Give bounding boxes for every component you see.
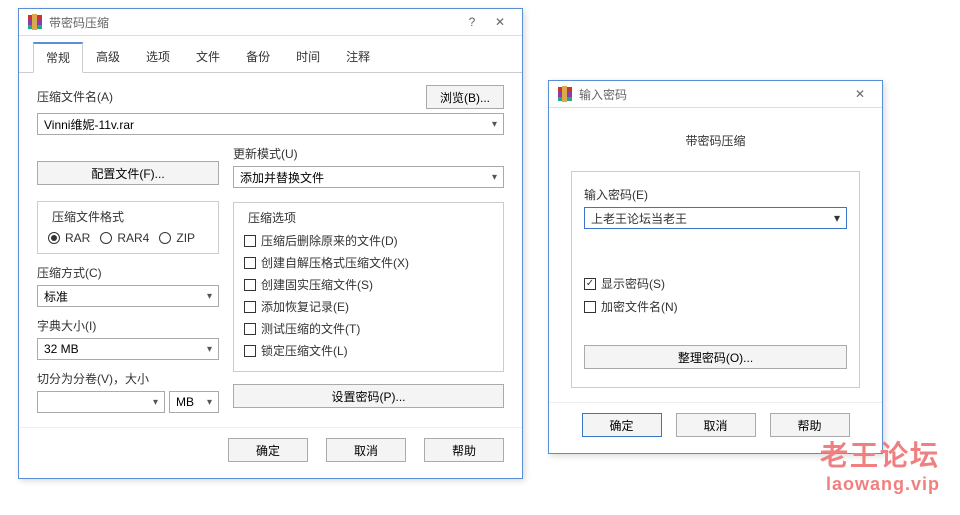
ok-button[interactable]: 确定 [228, 438, 308, 462]
opt-sfx[interactable]: 创建自解压格式压缩文件(X) [244, 254, 493, 271]
archive-dialog: 带密码压缩 ? ✕ 常规 高级 选项 文件 备份 时间 注释 压缩文件名(A) … [18, 8, 523, 479]
winrar-icon [557, 86, 573, 102]
password-dialog: 输入密码 ✕ 带密码压缩 输入密码(E) 上老王论坛当老王 ▾ ✓显示密码(S)… [548, 80, 883, 454]
close-button[interactable]: ✕ [846, 85, 874, 103]
chevron-down-icon: ▾ [492, 119, 497, 130]
profiles-button[interactable]: 配置文件(F)... [37, 161, 219, 185]
tab-backup[interactable]: 备份 [233, 42, 283, 72]
archive-name-input[interactable]: Vinni维妮-11v.rar ▾ [37, 113, 504, 135]
cancel-button[interactable]: 取消 [676, 413, 756, 437]
split-label: 切分为分卷(V)，大小 [37, 370, 219, 387]
encrypt-names-check[interactable]: 加密文件名(N) [584, 298, 847, 315]
enter-password-label: 输入密码(E) [584, 186, 847, 203]
tabs: 常规 高级 选项 文件 备份 时间 注释 [19, 36, 522, 73]
opt-lock[interactable]: 锁定压缩文件(L) [244, 342, 493, 359]
dict-label: 字典大小(I) [37, 317, 219, 334]
format-label: 压缩文件格式 [48, 208, 128, 225]
tab-options[interactable]: 选项 [133, 42, 183, 72]
archive-name-label: 压缩文件名(A) [37, 88, 416, 105]
dialog-heading: 带密码压缩 [571, 132, 860, 149]
opt-test[interactable]: 测试压缩的文件(T) [244, 320, 493, 337]
format-rar4[interactable]: RAR4 [100, 231, 149, 245]
opt-solid[interactable]: 创建固实压缩文件(S) [244, 276, 493, 293]
tab-files[interactable]: 文件 [183, 42, 233, 72]
help-button[interactable]: ? [458, 13, 486, 31]
split-unit-select[interactable]: MB▾ [169, 391, 219, 413]
opt-recovery[interactable]: 添加恢复记录(E) [244, 298, 493, 315]
show-password-check[interactable]: ✓显示密码(S) [584, 275, 847, 292]
method-label: 压缩方式(C) [37, 264, 219, 281]
tab-general[interactable]: 常规 [33, 42, 83, 73]
window-title: 带密码压缩 [49, 14, 458, 31]
cancel-button[interactable]: 取消 [326, 438, 406, 462]
password-input[interactable]: 上老王论坛当老王 ▾ [584, 207, 847, 229]
update-mode-label: 更新模式(U) [233, 145, 504, 162]
dict-select[interactable]: 32 MB▾ [37, 338, 219, 360]
chevron-down-icon: ▾ [492, 172, 497, 183]
tab-advanced[interactable]: 高级 [83, 42, 133, 72]
titlebar: 输入密码 ✕ [549, 81, 882, 108]
browse-button[interactable]: 浏览(B)... [426, 85, 504, 109]
tab-comment[interactable]: 注释 [333, 42, 383, 72]
tab-body: 压缩文件名(A) 浏览(B)... Vinni维妮-11v.rar ▾ 配置文件… [19, 73, 522, 427]
chevron-down-icon: ▾ [834, 211, 840, 225]
winrar-icon [27, 14, 43, 30]
window-title: 输入密码 [579, 86, 846, 103]
ok-button[interactable]: 确定 [582, 413, 662, 437]
options-label: 压缩选项 [244, 209, 300, 226]
chevron-down-icon: ▾ [207, 291, 212, 302]
help-button[interactable]: 帮助 [424, 438, 504, 462]
organize-passwords-button[interactable]: 整理密码(O)... [584, 345, 847, 369]
set-password-button[interactable]: 设置密码(P)... [233, 384, 504, 408]
method-select[interactable]: 标准▾ [37, 285, 219, 307]
format-zip[interactable]: ZIP [159, 231, 195, 245]
close-button[interactable]: ✕ [486, 13, 514, 31]
tab-time[interactable]: 时间 [283, 42, 333, 72]
chevron-down-icon: ▾ [153, 397, 158, 408]
opt-delete-after[interactable]: 压缩后删除原来的文件(D) [244, 232, 493, 249]
update-mode-select[interactable]: 添加并替换文件▾ [233, 166, 504, 188]
titlebar: 带密码压缩 ? ✕ [19, 9, 522, 36]
dialog-footer: 确定 取消 帮助 [19, 427, 522, 478]
chevron-down-icon: ▾ [207, 397, 212, 408]
help-button[interactable]: 帮助 [770, 413, 850, 437]
split-size-input[interactable]: ▾ [37, 391, 165, 413]
chevron-down-icon: ▾ [207, 344, 212, 355]
format-rar[interactable]: RAR [48, 231, 90, 245]
